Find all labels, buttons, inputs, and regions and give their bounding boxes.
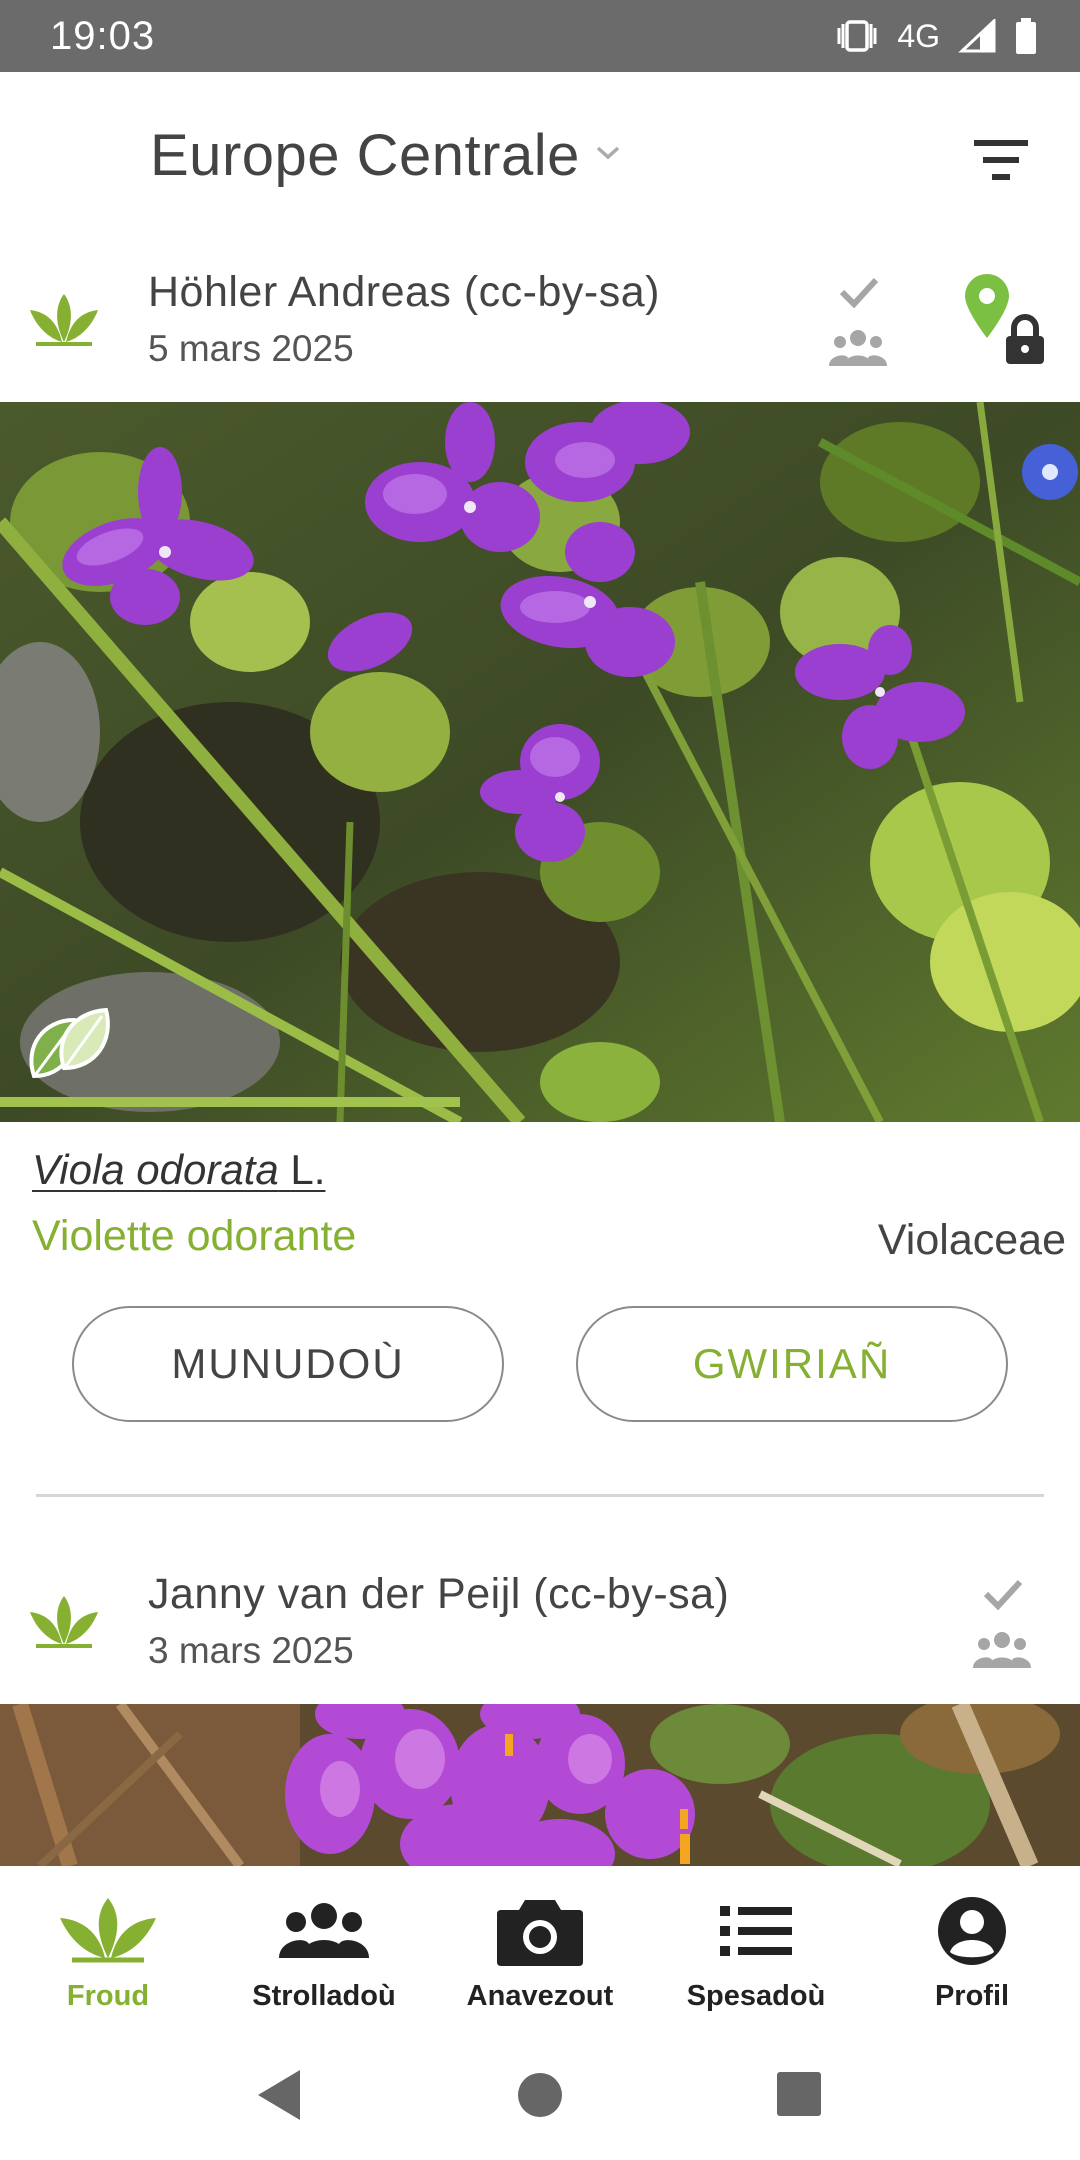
check-icon: [983, 1579, 1023, 1611]
app-header: Europe Centrale: [0, 72, 1080, 244]
family-name: Violaceae: [877, 1216, 1066, 1264]
lock-icon: [1006, 314, 1044, 364]
bottom-navigation: Froud Strolladoù Anavezout Spesadoù Prof…: [0, 1866, 1080, 2038]
nav-label-profile: Profil: [934, 1980, 1010, 2012]
leaf-badge-icon: [29, 1007, 110, 1079]
common-name: Violette odorante: [32, 1212, 357, 1260]
nav-item-groups[interactable]: Strolladoù: [216, 1866, 432, 2038]
profile-icon: [938, 1897, 1006, 1965]
sprout-icon: [60, 1898, 156, 1963]
observation-date: 5 mars 2025: [148, 328, 354, 369]
recents-icon[interactable]: [776, 2068, 822, 2122]
observation-date: 3 mars 2025: [148, 1630, 354, 1671]
observation-header[interactable]: Janny van der Peijl (cc-by-sa) 3 mars 20…: [0, 1552, 1080, 1682]
scientific-authority: L.: [290, 1146, 326, 1193]
vibrate-icon: [835, 19, 879, 53]
list-icon: [720, 1906, 792, 1956]
observation-author: Janny van der Peijl (cc-by-sa): [148, 1570, 730, 1618]
details-button[interactable]: MUNUDOÙ: [72, 1306, 504, 1422]
nav-item-feed[interactable]: Froud: [0, 1866, 216, 2038]
group-icon: [279, 1903, 369, 1958]
scientific-name-link[interactable]: Viola odorata L.: [32, 1146, 325, 1194]
card-divider: [36, 1494, 1044, 1497]
region-selector[interactable]: Europe Centrale: [150, 122, 622, 189]
back-icon[interactable]: [254, 2068, 304, 2122]
observation-photo[interactable]: [0, 1704, 1080, 1866]
network-type: 4G: [897, 17, 940, 54]
status-time: 19:03: [50, 13, 156, 58]
sprout-icon: [30, 1596, 98, 1648]
check-icon: [839, 277, 879, 309]
nav-label-species: Spesadoù: [686, 1980, 826, 2012]
signal-icon: [958, 19, 996, 53]
nav-label-feed: Froud: [66, 1980, 150, 2012]
scientific-name: Viola odorata: [32, 1146, 279, 1193]
observation-author: Höhler Andreas (cc-by-sa): [148, 268, 660, 316]
filter-icon: [974, 140, 1028, 180]
verify-button[interactable]: GWIRIAÑ: [576, 1306, 1008, 1422]
region-title: Europe Centrale: [150, 123, 580, 188]
status-system-icons: 4G: [835, 17, 1038, 55]
home-icon[interactable]: [516, 2068, 564, 2122]
nav-item-profile[interactable]: Profil: [864, 1866, 1080, 2038]
camera-icon: [497, 1900, 583, 1966]
battery-icon: [1014, 17, 1038, 55]
status-bar: 19:03 4G: [0, 0, 1080, 72]
nav-label-groups: Strolladoù: [252, 1980, 396, 2012]
nav-item-identify[interactable]: Anavezout: [432, 1866, 648, 2038]
observation-header[interactable]: Höhler Andreas (cc-by-sa) 5 mars 2025: [0, 250, 1080, 380]
nav-item-species[interactable]: Spesadoù: [648, 1866, 864, 2038]
nav-label-identify: Anavezout: [466, 1980, 614, 2012]
group-icon: [829, 330, 887, 366]
observation-photo[interactable]: [0, 402, 1080, 1122]
chevron-down-icon: [594, 143, 622, 168]
sprout-icon: [30, 294, 98, 346]
system-navigation-bar: [0, 2038, 1080, 2160]
group-icon: [973, 1632, 1031, 1668]
filter-button[interactable]: [966, 130, 1036, 190]
